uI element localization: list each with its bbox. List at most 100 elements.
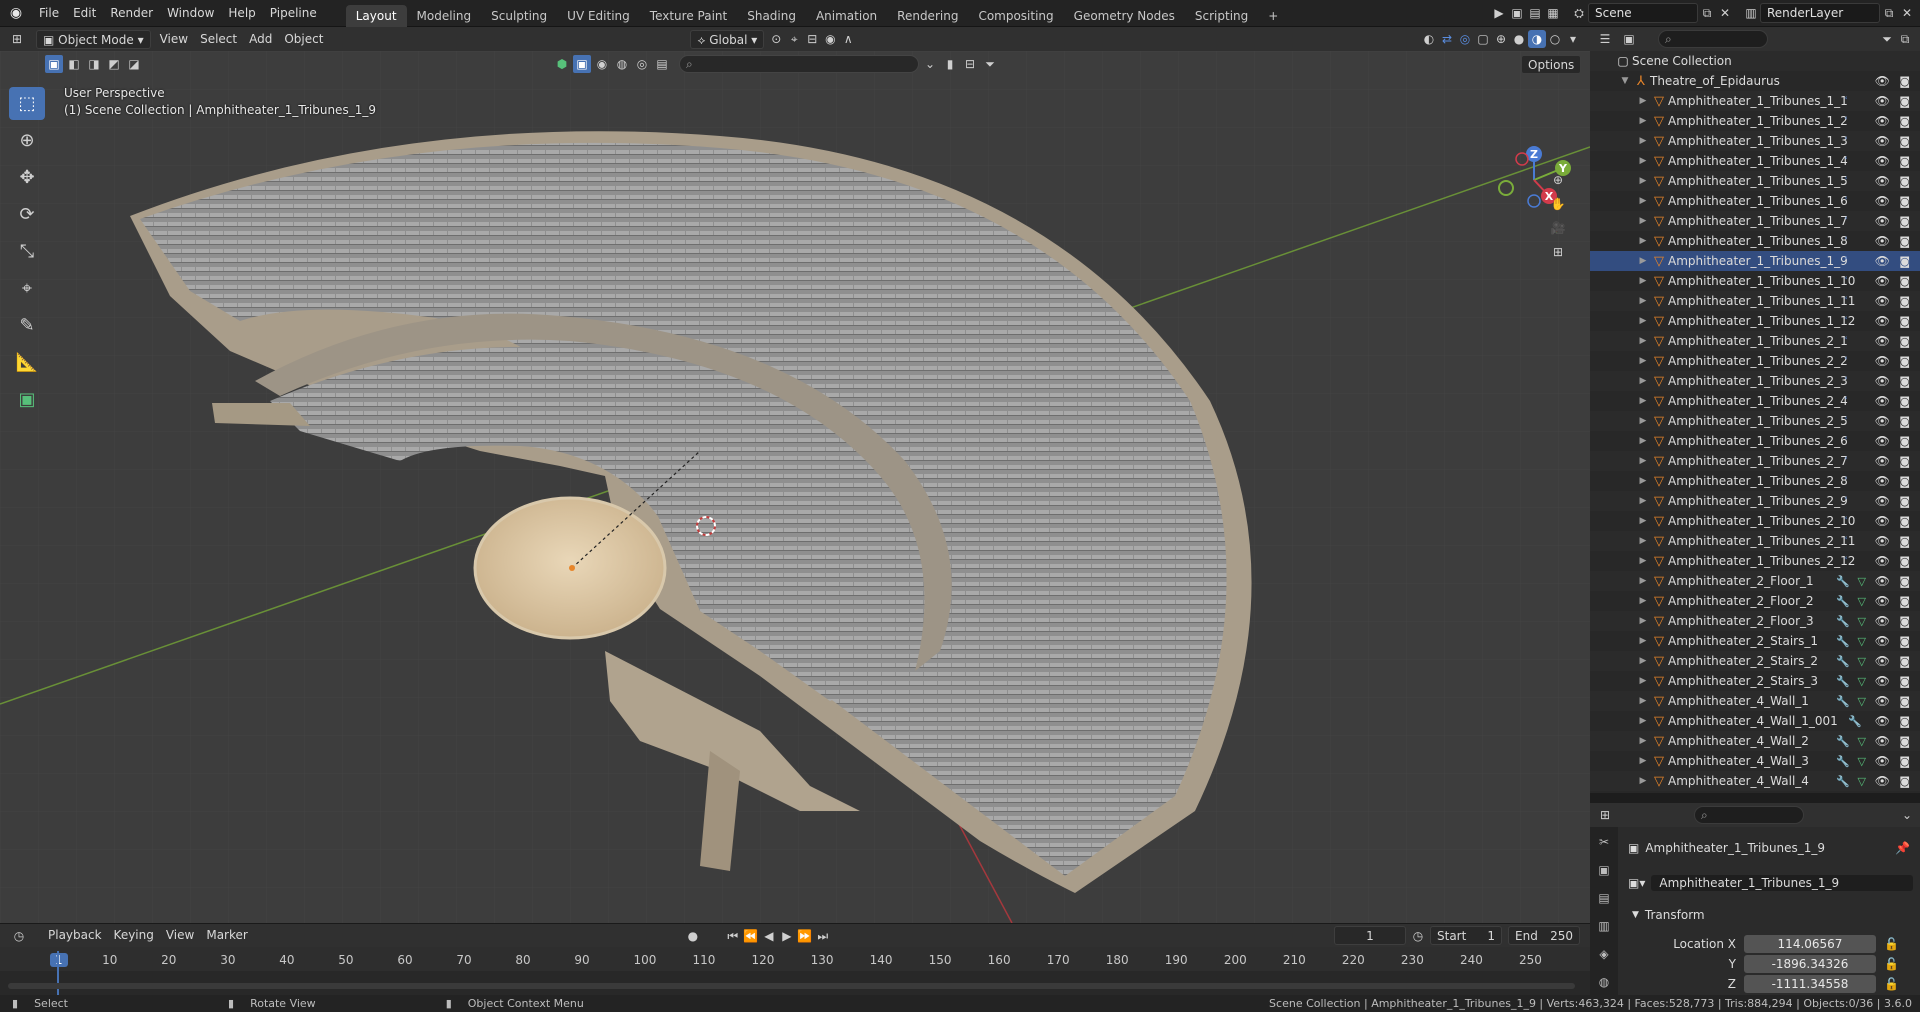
outliner-object-row[interactable]: ▶ ▽ Amphitheater_1_Tribunes_1_2 ʿ 👁 ◙ <box>1590 111 1920 131</box>
visibility-eye-icon[interactable]: 👁 <box>1875 314 1890 328</box>
modifier-small-icon[interactable]: ʿ <box>1845 556 1848 567</box>
outliner-object-row[interactable]: ▶ ▽ Amphitheater_1_Tribunes_2_11 ʿ 👁 ◙ <box>1590 531 1920 551</box>
scale-tool[interactable]: ⤡ <box>9 235 45 268</box>
render-camera-icon[interactable]: ◙ <box>1899 575 1910 588</box>
expand-chevron-icon[interactable]: ▶ <box>1636 476 1650 486</box>
visibility-eye-icon[interactable]: 👁 <box>1875 134 1890 148</box>
outliner-object-row[interactable]: ▶ ▽ Amphitheater_4_Wall_2 🔧 ▽ 👁 ◙ <box>1590 731 1920 751</box>
expand-chevron-icon[interactable]: ▶ <box>1636 276 1650 286</box>
expand-chevron-icon[interactable]: ▶ <box>1636 536 1650 546</box>
outliner-object-row[interactable]: ▶ ▽ Amphitheater_2_Stairs_3 🔧 ▽ 👁 ◙ <box>1590 671 1920 691</box>
render-camera-icon[interactable]: ◙ <box>1899 415 1910 428</box>
visibility-eye-icon[interactable]: 👁 <box>1875 654 1890 668</box>
outliner-object-row[interactable]: ▶ ▽ Amphitheater_1_Tribunes_1_7 ʿ 👁 ◙ <box>1590 211 1920 231</box>
modifier-small-icon[interactable]: ʿ <box>1845 496 1848 507</box>
preview-range-icon[interactable]: ◷ <box>1409 927 1427 945</box>
expand-chevron-icon[interactable]: ▶ <box>1636 136 1650 146</box>
outliner-object-row[interactable]: ▶ ▽ Amphitheater_2_Floor_2 🔧 ▽ 👁 ◙ <box>1590 591 1920 611</box>
visibility-eye-icon[interactable]: 👁 <box>1875 374 1890 388</box>
modifier-wrench-icon[interactable]: 🔧 <box>1836 695 1850 708</box>
outliner-object-row[interactable]: ▶ ▽ Amphitheater_1_Tribunes_2_5 ʿ 👁 ◙ <box>1590 411 1920 431</box>
visibility-eye-icon[interactable]: 👁 <box>1875 334 1890 348</box>
modifier-wrench-icon[interactable]: 🔧 <box>1836 675 1850 688</box>
outliner-object-row[interactable]: ▶ ▽ Amphitheater_1_Tribunes_2_10 ʿ 👁 ◙ <box>1590 511 1920 531</box>
tab-scripting[interactable]: Scripting <box>1185 5 1258 27</box>
outliner-search-input[interactable]: ⌕ <box>1658 30 1768 48</box>
expand-chevron-icon[interactable]: ▶ <box>1636 296 1650 306</box>
render-camera-icon[interactable]: ◙ <box>1899 275 1910 288</box>
visibility-eye-icon[interactable]: 👁 <box>1875 154 1890 168</box>
render-camera-icon[interactable]: ◙ <box>1899 455 1910 468</box>
modifier-wrench-icon[interactable]: 🔧 <box>1836 595 1850 608</box>
lock-y-icon[interactable]: 🔓 <box>1884 957 1899 971</box>
expand-chevron-icon[interactable]: ▶ <box>1636 576 1650 586</box>
timeline-ruler[interactable]: 1102030405060708090100110120130140150160… <box>0 947 1590 971</box>
outliner-object-row[interactable]: ▶ ▽ Amphitheater_1_Tribunes_1_4 ʿ 👁 ◙ <box>1590 151 1920 171</box>
record-icon[interactable]: ● <box>684 927 702 945</box>
new-view-layer-icon[interactable]: ⧉ <box>1880 4 1898 22</box>
expand-chevron-icon[interactable]: ▶ <box>1636 556 1650 566</box>
menu-help[interactable]: Help <box>221 0 262 27</box>
visibility-eye-icon[interactable]: 👁 <box>1875 614 1890 628</box>
modifier-small-icon[interactable]: ʿ <box>1845 476 1848 487</box>
bookmark-icon[interactable]: ▮ <box>941 55 959 73</box>
view-layer-field[interactable]: RenderLayer <box>1760 3 1880 23</box>
render-camera-icon[interactable]: ◙ <box>1899 595 1910 608</box>
visibility-eye-icon[interactable]: 👁 <box>1875 774 1890 788</box>
render-camera-icon[interactable]: ◙ <box>1899 135 1910 148</box>
visibility-icon[interactable]: ◐ <box>1420 30 1438 48</box>
visibility-eye-icon[interactable]: 👁 <box>1875 734 1890 748</box>
outliner-object-row[interactable]: ▶ ▽ Amphitheater_1_Tribunes_1_8 ʿ 👁 ◙ <box>1590 231 1920 251</box>
render-camera-icon[interactable]: ◙ <box>1899 315 1910 328</box>
expand-chevron-icon[interactable]: ▶ <box>1636 756 1650 766</box>
outliner-object-row[interactable]: ▶ ▽ Amphitheater_2_Stairs_2 🔧 ▽ 👁 ◙ <box>1590 651 1920 671</box>
render-camera-icon[interactable]: ◙ <box>1899 115 1910 128</box>
annotate-tool[interactable]: ✎ <box>9 309 45 342</box>
location-x-field[interactable]: 114.06567 <box>1744 935 1876 953</box>
render-camera-icon[interactable]: ◙ <box>1899 155 1910 168</box>
menu-pipeline[interactable]: Pipeline <box>263 0 324 27</box>
expand-chevron-icon[interactable]: ▶ <box>1636 496 1650 506</box>
outliner-object-row[interactable]: ▶ ▽ Amphitheater_1_Tribunes_1_3 ʿ 👁 ◙ <box>1590 131 1920 151</box>
menu-edit[interactable]: Edit <box>66 0 103 27</box>
camera-view-icon[interactable]: 🎥 <box>1549 219 1567 237</box>
render-camera-icon[interactable]: ◙ <box>1899 675 1910 688</box>
timeline-area[interactable]: 1102030405060708090100110120130140150160… <box>0 947 1590 995</box>
prev-keyframe-icon[interactable]: ⏪ <box>742 927 760 945</box>
expand-chevron-icon[interactable]: ▶ <box>1636 336 1650 346</box>
outliner-object-row[interactable]: ▶ ▽ Amphitheater_1_Tribunes_1_5 ʿ 👁 ◙ <box>1590 171 1920 191</box>
render-camera-icon[interactable]: ◙ <box>1899 355 1910 368</box>
modifier-small-icon[interactable]: ʿ <box>1845 256 1848 267</box>
tab-geometry-nodes[interactable]: Geometry Nodes <box>1064 5 1185 27</box>
view-layer-tab-icon[interactable]: ▥ <box>1592 913 1616 939</box>
expand-chevron-icon[interactable]: ▶ <box>1636 176 1650 186</box>
proportional-edit-icon[interactable]: ◉ <box>821 30 839 48</box>
outliner-object-row[interactable]: ▶ ▽ Amphitheater_1_Tribunes_1_6 ʿ 👁 ◙ <box>1590 191 1920 211</box>
expand-chevron-icon[interactable]: ▶ <box>1636 656 1650 666</box>
shading-options-icon[interactable]: ▾ <box>1564 30 1582 48</box>
filter-world-icon[interactable]: ◎ <box>633 55 651 73</box>
modifier-small-icon[interactable]: ʿ <box>1845 216 1848 227</box>
modifier-small-icon[interactable]: ʿ <box>1845 296 1848 307</box>
gizmo-toggle-icon[interactable]: ⇄ <box>1438 30 1456 48</box>
falloff-icon[interactable]: ∧ <box>839 30 857 48</box>
render-camera-icon[interactable]: ◙ <box>1899 335 1910 348</box>
asset-search-input[interactable]: ⌕ <box>679 55 919 73</box>
outliner-object-row[interactable]: ▶ ▽ Amphitheater_1_Tribunes_2_9 ʿ 👁 ◙ <box>1590 491 1920 511</box>
render-camera-icon[interactable]: ◙ <box>1899 435 1910 448</box>
visibility-eye-icon[interactable]: 👁 <box>1875 494 1890 508</box>
new-collection-icon[interactable]: ⧉ <box>1896 30 1914 48</box>
expand-chevron-icon[interactable]: ▶ <box>1636 776 1650 786</box>
scene-tab-icon[interactable]: ◈ <box>1592 941 1616 967</box>
visibility-eye-icon[interactable]: 👁 <box>1875 354 1890 368</box>
outliner-object-row[interactable]: ▶ ▽ Amphitheater_1_Tribunes_2_12 ʿ 👁 ◙ <box>1590 551 1920 571</box>
mesh-data-icon[interactable]: ▽ <box>1858 595 1866 608</box>
location-z-field[interactable]: -1111.34558 <box>1744 975 1876 993</box>
expand-chevron-icon[interactable]: ▶ <box>1636 316 1650 326</box>
outliner-object-row[interactable]: ▶ ▽ Amphitheater_4_Wall_4 🔧 ▽ 👁 ◙ <box>1590 771 1920 791</box>
expand-chevron-icon[interactable]: ▶ <box>1636 456 1650 466</box>
render-tab-icon[interactable]: ▣ <box>1592 857 1616 883</box>
tool-tab-icon[interactable]: ✂ <box>1592 829 1616 855</box>
visibility-eye-icon[interactable]: 👁 <box>1875 394 1890 408</box>
tab-rendering[interactable]: Rendering <box>887 5 968 27</box>
